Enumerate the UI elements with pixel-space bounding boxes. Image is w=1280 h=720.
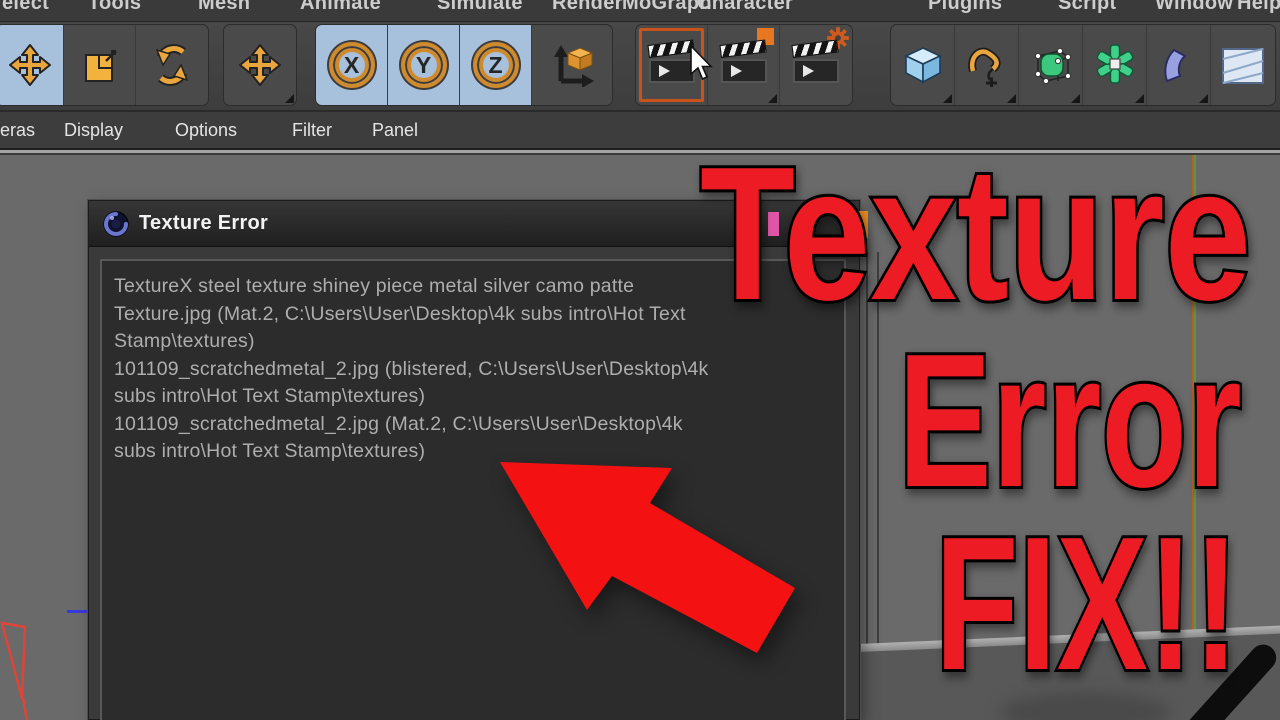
menu-animate[interactable]: Animate [300,0,381,15]
axis-x-label: X [344,52,359,79]
coordinate-system-icon [549,43,595,87]
viewport-menu-options[interactable]: Options [175,112,237,148]
menu-render[interactable]: Render [552,0,623,15]
axis-y-icon: Y [401,42,447,88]
coordinate-system-button[interactable] [532,25,612,105]
axis-z-icon: Z [473,42,519,88]
menu-select[interactable]: elect [2,0,49,15]
render-settings-button[interactable] [780,25,852,105]
bend-deformer-button[interactable] [1147,25,1211,105]
recent-tool-move-button[interactable] [224,25,296,105]
submenu-triangle-icon [1135,94,1144,103]
rotate-tool-button[interactable] [136,25,208,105]
render-picture-viewer-button[interactable] [708,25,780,105]
transform-tool-group [0,25,208,105]
render-picture-viewer-icon [721,45,767,85]
array-icon [1093,43,1137,87]
mouse-cursor-icon [690,46,714,82]
subdivision-surface-icon [1029,43,1073,87]
menu-character[interactable]: Character [697,0,793,15]
floor-environment-button[interactable] [1211,25,1275,105]
menu-plugins[interactable]: Plugins [928,0,1002,15]
submenu-triangle-icon [768,94,777,103]
axis-y-label: Y [416,52,431,79]
scale-icon [78,43,122,87]
object-create-group [891,25,1275,105]
rotate-icon [150,43,194,87]
viewport-menu-cameras[interactable]: eras [0,112,35,148]
cube-icon [901,43,945,87]
overlay-word-error: Error [898,326,1242,516]
scale-tool-button[interactable] [64,25,136,105]
overlay-word-texture: Texture [700,139,1251,329]
spline-icon [965,43,1009,87]
array-generator-button[interactable] [1083,25,1147,105]
menu-tools[interactable]: Tools [88,0,141,15]
overlay-word-fix: FIX!! [935,509,1239,699]
viewport-menu-display[interactable]: Display [64,112,123,148]
viewport-menu-filter[interactable]: Filter [292,112,332,148]
floor-icon [1221,43,1265,87]
error-line: subs intro\Hot Text Stamp\textures) [114,438,844,466]
render-view-icon [649,45,695,85]
app-window: elect Tools Mesh Animate Simulate Render… [0,0,1280,720]
move-tool-button[interactable] [0,25,64,105]
recent-tool-group [224,25,296,105]
axis-z-label: Z [488,52,502,79]
main-toolbar: X Y Z [0,22,1280,112]
axis-lock-x-button[interactable]: X [316,25,388,105]
main-menu-bar: elect Tools Mesh Animate Simulate Render… [0,0,1280,22]
submenu-triangle-icon [1007,94,1016,103]
dialog-title: Texture Error [139,212,268,235]
menu-simulate[interactable]: Simulate [437,0,523,15]
axis-lock-group: X Y Z [316,25,612,105]
add-cube-button[interactable] [891,25,955,105]
submenu-triangle-icon [1071,94,1080,103]
submenu-triangle-icon [1199,94,1208,103]
axis-lock-z-button[interactable]: Z [460,25,532,105]
menu-window[interactable]: Window [1155,0,1233,15]
bend-icon [1157,43,1201,87]
draw-spline-button[interactable] [955,25,1019,105]
axis-lock-y-button[interactable]: Y [388,25,460,105]
red-spline-outline [0,615,40,720]
move-icon [238,43,282,87]
menu-script[interactable]: Script [1058,0,1116,15]
error-line: 101109_scratchedmetal_2.jpg (Mat.2, C:\U… [114,411,844,439]
error-line: subs intro\Hot Text Stamp\textures) [114,383,844,411]
submenu-triangle-icon [285,94,294,103]
render-settings-icon [793,45,839,85]
axis-x-icon: X [329,42,375,88]
cinema4d-logo-icon [103,211,129,237]
move-icon [8,43,52,87]
menu-mesh[interactable]: Mesh [198,0,250,15]
submenu-triangle-icon [943,94,952,103]
menu-help[interactable]: Help [1237,0,1280,15]
subdivision-surface-button[interactable] [1019,25,1083,105]
viewport-menu-panel[interactable]: Panel [372,112,418,148]
error-line: 101109_scratchedmetal_2.jpg (blistered, … [114,356,844,384]
render-group [636,25,852,105]
